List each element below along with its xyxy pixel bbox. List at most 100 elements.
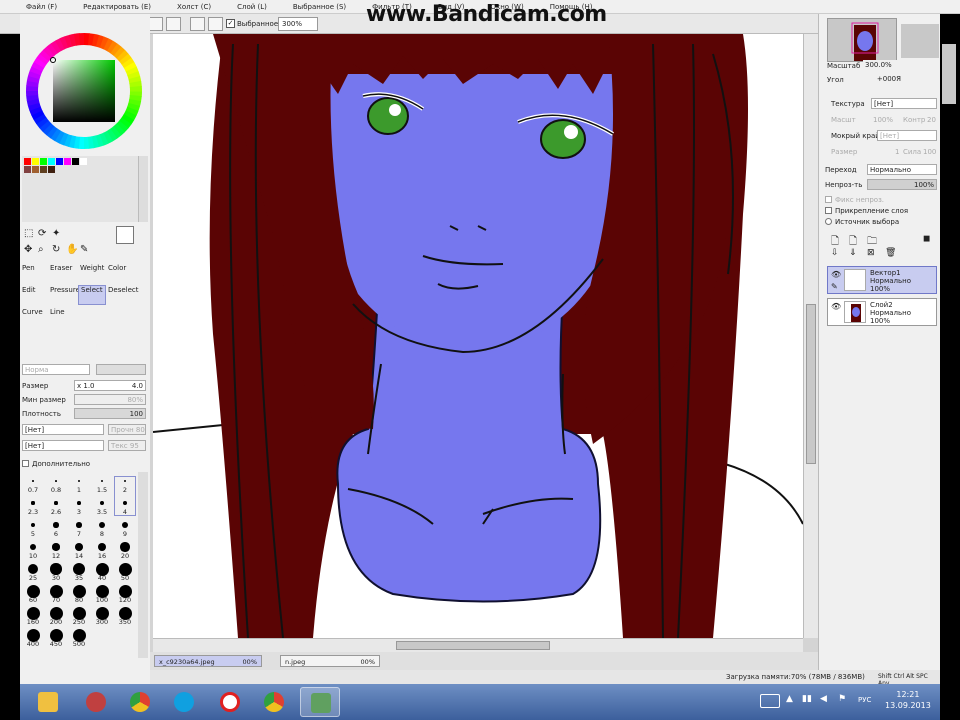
visibility-eye-icon[interactable]: 👁: [831, 302, 841, 311]
texture2-value[interactable]: Текс 95: [108, 440, 146, 451]
clip-checkbox[interactable]: [825, 196, 832, 203]
palette-swatch[interactable]: [48, 158, 55, 165]
brush-size-dot[interactable]: [75, 543, 83, 551]
navigator-preview[interactable]: [827, 18, 897, 62]
file-tab-2[interactable]: n.jpeg 00%: [280, 655, 380, 667]
density-field[interactable]: 100: [74, 408, 146, 419]
keyboard-icon[interactable]: [760, 694, 780, 708]
tool-pressure[interactable]: Pressure: [50, 286, 80, 294]
magic-wand-icon[interactable]: ✦: [52, 228, 60, 239]
texture1-select[interactable]: [Нет]: [22, 424, 104, 435]
min-size-field[interactable]: 80%: [74, 394, 146, 405]
tool-pen[interactable]: Pen: [22, 264, 35, 272]
language-indicator[interactable]: РУС: [858, 696, 871, 704]
zoom-in-button[interactable]: [148, 17, 163, 31]
brush-size-dot[interactable]: [99, 522, 105, 528]
tray-network-icon[interactable]: ▮▮: [802, 694, 812, 704]
menu-layer[interactable]: Слой (L): [237, 3, 267, 11]
brush-size-dot[interactable]: [76, 522, 82, 528]
texture2-select[interactable]: [Нет]: [22, 440, 104, 451]
navigator-scale-value[interactable]: 300.0%: [863, 60, 903, 71]
brush-shape-selector[interactable]: [96, 364, 146, 375]
brush-size-dot[interactable]: [53, 522, 59, 528]
brush-size-dot[interactable]: [77, 479, 81, 483]
taskbar-skype[interactable]: [164, 687, 204, 717]
advanced-checkbox[interactable]: [22, 460, 29, 467]
palette-swatch[interactable]: [24, 166, 31, 173]
palette-swatch[interactable]: [56, 158, 63, 165]
tool-deselect[interactable]: Deselect: [108, 286, 139, 294]
menu-canvas[interactable]: Холст (C): [177, 3, 211, 11]
brush-size-scrollbar[interactable]: [138, 472, 148, 658]
brush-size-dot[interactable]: [55, 480, 57, 482]
brush-size-dot[interactable]: [31, 501, 35, 505]
taskbar-yandex[interactable]: [210, 687, 250, 717]
tray-flag-icon[interactable]: ⚑: [838, 694, 846, 704]
tray-volume-icon[interactable]: ◀: [820, 694, 827, 704]
clock[interactable]: 12:21 13.09.2013: [885, 689, 931, 711]
menu-edit[interactable]: Редактировать (E): [83, 3, 151, 11]
opacity-slider[interactable]: 100%: [867, 179, 937, 190]
taskbar-chrome[interactable]: [120, 687, 160, 717]
palette-swatch[interactable]: [32, 166, 39, 173]
lasso-icon[interactable]: ⟳: [38, 228, 46, 239]
tool-line[interactable]: Line: [50, 308, 65, 316]
brush-size-dot[interactable]: [50, 563, 62, 575]
menu-select[interactable]: Выбранное (S): [293, 3, 346, 11]
move-icon[interactable]: ✥: [24, 244, 32, 255]
primary-color-swatch[interactable]: [116, 226, 134, 244]
tool-curve[interactable]: Curve: [22, 308, 43, 316]
brush-size-dot[interactable]: [30, 522, 36, 528]
color-wheel[interactable]: [24, 30, 144, 150]
merge-down-icon[interactable]: ⇓: [849, 248, 857, 258]
size-field[interactable]: x 1.0 4.0: [74, 380, 146, 391]
zoom-select[interactable]: 300%: [278, 17, 318, 31]
brush-size-dot[interactable]: [32, 480, 34, 482]
palette-swatch[interactable]: [72, 158, 79, 165]
layer-panel-toggle-icon[interactable]: ◼: [923, 234, 930, 244]
taskbar-explorer[interactable]: [28, 687, 68, 717]
texture1-value[interactable]: Прочн 80: [108, 424, 146, 435]
brush-size-dot[interactable]: [52, 543, 60, 551]
tool-color[interactable]: Color: [108, 264, 126, 272]
selection-source-radio[interactable]: [825, 218, 832, 225]
zoom-out-button[interactable]: [166, 17, 181, 31]
navigator-angle-value[interactable]: +000Я: [863, 74, 903, 85]
taskbar-app2[interactable]: [76, 687, 116, 717]
clear-layer-icon[interactable]: ⊠: [867, 248, 875, 258]
eyedropper-icon[interactable]: ✎: [80, 244, 88, 255]
brush-size-dot[interactable]: [27, 563, 39, 575]
transfer-down-icon[interactable]: ⇩: [831, 248, 839, 258]
color-palette[interactable]: [22, 156, 138, 222]
zoom-icon[interactable]: ⌕: [38, 244, 44, 255]
brush-size-dot[interactable]: [100, 501, 104, 505]
hand-icon[interactable]: ✋: [66, 244, 78, 255]
palette-swatch[interactable]: [40, 166, 47, 173]
tool-edit[interactable]: Edit: [22, 286, 36, 294]
blend-select[interactable]: Нормально: [867, 164, 937, 175]
brush-size-dot[interactable]: [77, 501, 81, 505]
panel-scrollbar[interactable]: [942, 44, 956, 104]
brush-size-dot[interactable]: [121, 521, 129, 529]
layer-layer2[interactable]: 👁 Слой2 Нормально 100%: [827, 298, 937, 326]
brush-size-dot[interactable]: [54, 501, 58, 505]
tool-eraser[interactable]: Eraser: [50, 264, 72, 272]
drawing-canvas[interactable]: [153, 34, 803, 638]
palette-swatch[interactable]: [40, 158, 47, 165]
palette-scrollbar[interactable]: [138, 156, 148, 222]
tray-up-icon[interactable]: ▲: [786, 694, 793, 704]
palette-swatch[interactable]: [64, 158, 71, 165]
taskbar-paint-tool-sai[interactable]: [300, 687, 340, 717]
palette-swatch[interactable]: [80, 158, 87, 165]
palette-swatch[interactable]: [48, 166, 55, 173]
visibility-eye-icon[interactable]: 👁: [831, 270, 841, 279]
menu-file[interactable]: Файл (F): [26, 3, 57, 11]
brush-size-dot[interactable]: [120, 542, 130, 552]
tool-weight[interactable]: Weight: [80, 264, 104, 272]
wet-edge-select[interactable]: [Нет]: [877, 130, 937, 141]
taskbar-chrome2[interactable]: [254, 687, 294, 717]
lock-layer-checkbox[interactable]: [825, 207, 832, 214]
canvas-horizontal-scrollbar[interactable]: [153, 638, 803, 652]
texture-select[interactable]: [Нет]: [871, 98, 937, 109]
hscroll-thumb[interactable]: [396, 641, 550, 650]
